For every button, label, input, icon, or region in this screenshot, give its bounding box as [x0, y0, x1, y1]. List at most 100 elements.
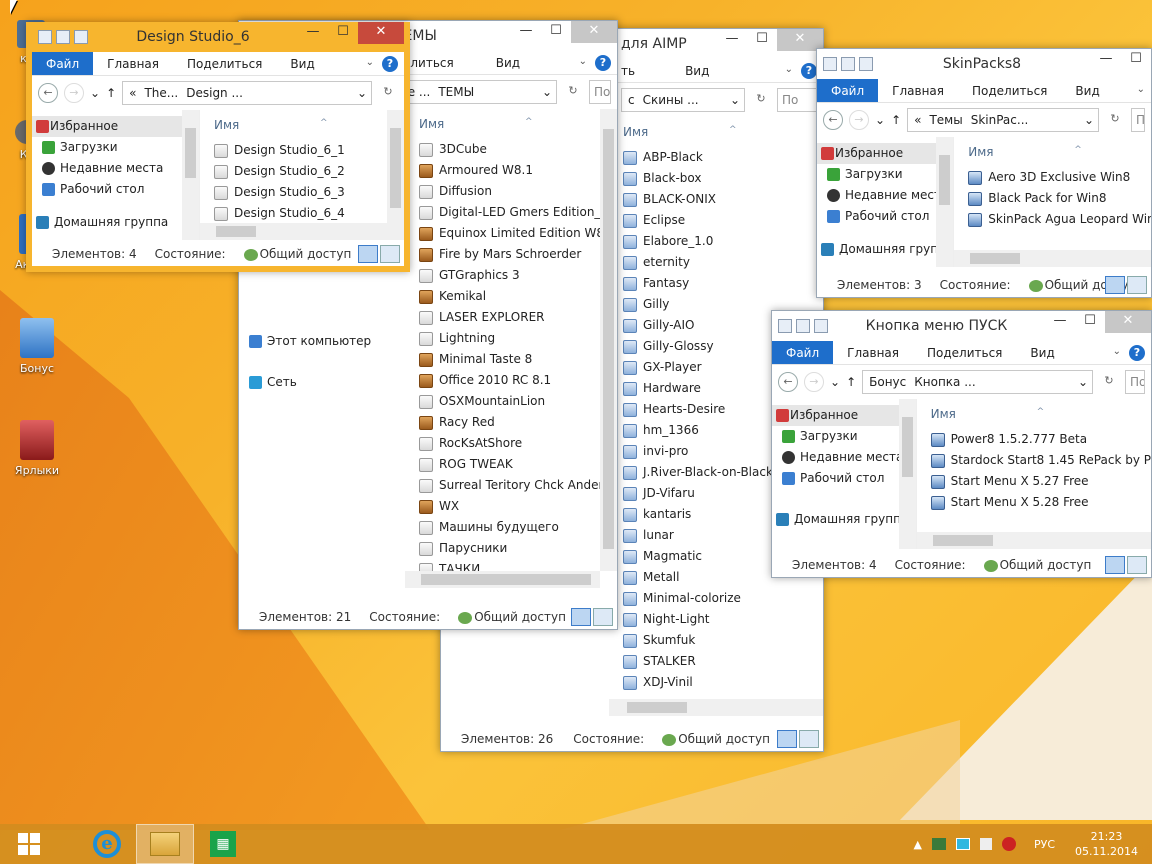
title-bar[interactable]: Кнопка меню ПУСК — ☐ ✕	[772, 311, 1151, 341]
list-item[interactable]: Start Menu X 5.28 Free	[917, 492, 1151, 513]
vertical-scrollbar[interactable]	[600, 109, 617, 571]
list-item[interactable]: Stardock Start8 1.45 RePack by P	[917, 450, 1151, 471]
breadcrumb-part[interactable]: Design ...	[186, 86, 243, 100]
tab-view[interactable]: Вид	[1016, 346, 1068, 360]
horizontal-scrollbar[interactable]	[916, 532, 1151, 549]
list-item[interactable]: Equinox Limited Edition W8.1	[405, 223, 617, 244]
list-item[interactable]: LASER EXPLORER	[405, 307, 617, 328]
column-header-name[interactable]: Имя ^	[917, 399, 1151, 429]
file-list[interactable]: Имя ^ Aero 3D Exclusive Win8 Black Pack fo…	[954, 137, 1151, 267]
list-item[interactable]: Fire by Mars Schroerder	[405, 244, 617, 265]
nav-item-favorites[interactable]: Избранное	[32, 116, 199, 137]
column-header-name[interactable]: Имя ^	[954, 137, 1151, 167]
minimize-button[interactable]: —	[717, 29, 747, 51]
taskbar-store[interactable]: ▦	[194, 824, 252, 864]
monitor-tray-icon[interactable]	[955, 838, 970, 850]
minimize-button[interactable]: —	[511, 21, 541, 43]
tab-view[interactable]: Вид	[276, 57, 328, 71]
breadcrumb-part[interactable]: «	[914, 113, 921, 127]
list-item[interactable]: 3DCube	[405, 139, 617, 160]
list-item[interactable]: Black-box	[609, 168, 823, 189]
address-bar[interactable]: « The... Design ... ⌄	[122, 81, 372, 105]
list-item[interactable]: Armoured W8.1	[405, 160, 617, 181]
address-bar[interactable]: Бонус Кнопка ... ⌄	[862, 370, 1093, 394]
large-icons-view-button[interactable]	[380, 245, 400, 263]
nav-item-network[interactable]: Сеть	[239, 372, 405, 393]
horizontal-scrollbar[interactable]	[404, 571, 600, 588]
list-item[interactable]: Start Menu X 5.27 Free	[917, 471, 1151, 492]
minimize-button[interactable]: —	[1045, 311, 1075, 333]
tab-share[interactable]: Поделиться	[958, 84, 1061, 98]
search-input[interactable]: По	[777, 88, 817, 112]
list-item[interactable]: OSXMountainLion	[405, 391, 617, 412]
breadcrumb-part[interactable]: «	[129, 86, 136, 100]
tab-home[interactable]: Главная	[878, 84, 958, 98]
vertical-scrollbar[interactable]	[898, 399, 916, 549]
close-button[interactable]: ✕	[571, 21, 617, 43]
search-input[interactable]: По	[1131, 108, 1145, 132]
up-button[interactable]: ↑	[846, 375, 856, 389]
recent-locations-icon[interactable]: ⌄	[830, 375, 840, 389]
nav-item-homegroup[interactable]: Домашняя группа	[772, 509, 916, 530]
close-button[interactable]: ✕	[358, 22, 404, 44]
large-icons-view-button[interactable]	[1127, 276, 1147, 294]
tab-home[interactable]: Главная	[93, 57, 173, 71]
forward-button[interactable]: →	[64, 83, 84, 103]
address-bar[interactable]: me ... ТЕМЫ ⌄	[389, 80, 557, 104]
nav-item-favorites[interactable]: Избранное	[772, 405, 916, 426]
show-hidden-icons-icon[interactable]: ▲	[914, 838, 922, 851]
list-item[interactable]: Парусники	[405, 538, 617, 559]
list-item[interactable]: eternity	[609, 252, 823, 273]
help-icon[interactable]: ?	[801, 63, 817, 79]
list-item[interactable]: RocKsAtShore	[405, 433, 617, 454]
folder-icon[interactable]	[823, 57, 837, 71]
list-item[interactable]: Design Studio_6_4	[200, 203, 404, 224]
list-item[interactable]: Digital-LED Gmers Edition_2	[405, 202, 617, 223]
maximize-button[interactable]: ☐	[747, 29, 777, 51]
list-item[interactable]: Машины будущего	[405, 517, 617, 538]
breadcrumb-part[interactable]: The...	[144, 86, 178, 100]
column-header-name[interactable]: Имя ^	[609, 117, 823, 147]
breadcrumb-part[interactable]: Кнопка ...	[914, 375, 975, 389]
list-item[interactable]: Power8 1.5.2.777 Beta	[917, 429, 1151, 450]
taskbar-file-explorer[interactable]	[136, 824, 194, 864]
chevron-down-icon[interactable]: ⌄	[542, 85, 556, 99]
list-item[interactable]: BLACK-ONIX	[609, 189, 823, 210]
help-icon[interactable]: ?	[382, 56, 398, 72]
details-view-button[interactable]	[1105, 556, 1125, 574]
breadcrumb-part[interactable]: с	[628, 93, 635, 107]
list-item[interactable]: Eclipse	[609, 210, 823, 231]
back-button[interactable]: ←	[823, 110, 843, 130]
breadcrumb-part[interactable]: Темы	[929, 113, 962, 127]
close-button[interactable]: ✕	[1105, 311, 1151, 333]
list-item[interactable]: XDJ-Vinil	[609, 672, 823, 693]
properties-icon[interactable]	[56, 30, 70, 44]
address-bar[interactable]: « Темы SkinPac... ⌄	[907, 108, 1099, 132]
breadcrumb-part[interactable]: SkinPac...	[971, 113, 1029, 127]
breadcrumb-part[interactable]: Скины ...	[643, 93, 699, 107]
forward-button[interactable]: →	[849, 110, 869, 130]
tab-file[interactable]: Файл	[817, 79, 879, 102]
help-icon[interactable]: ?	[595, 55, 611, 71]
minimize-button[interactable]: —	[298, 22, 328, 44]
column-header-name[interactable]: Имя ^	[405, 109, 617, 139]
vertical-scrollbar[interactable]	[182, 110, 199, 240]
large-icons-view-button[interactable]	[799, 730, 819, 748]
nav-item-homegroup[interactable]: Домашняя группа	[817, 239, 953, 260]
tab-view[interactable]: Вид	[468, 56, 534, 70]
forward-button[interactable]: →	[804, 372, 824, 392]
address-bar[interactable]: с Скины ... ⌄	[621, 88, 745, 112]
chevron-down-icon[interactable]: ⌄	[730, 93, 744, 107]
details-view-button[interactable]	[358, 245, 378, 263]
chevron-down-icon[interactable]: ⌄	[357, 86, 371, 100]
new-folder-icon[interactable]	[859, 57, 873, 71]
vertical-scrollbar[interactable]	[387, 110, 404, 224]
large-icons-view-button[interactable]	[1127, 556, 1147, 574]
details-view-button[interactable]	[777, 730, 797, 748]
list-item[interactable]: Design Studio_6_3	[200, 182, 404, 203]
up-button[interactable]: ↑	[891, 113, 901, 127]
horizontal-scrollbar[interactable]	[200, 223, 404, 240]
refresh-icon[interactable]: ↻	[563, 82, 583, 102]
refresh-icon[interactable]: ↻	[378, 83, 398, 103]
help-icon[interactable]: ?	[1129, 345, 1145, 361]
